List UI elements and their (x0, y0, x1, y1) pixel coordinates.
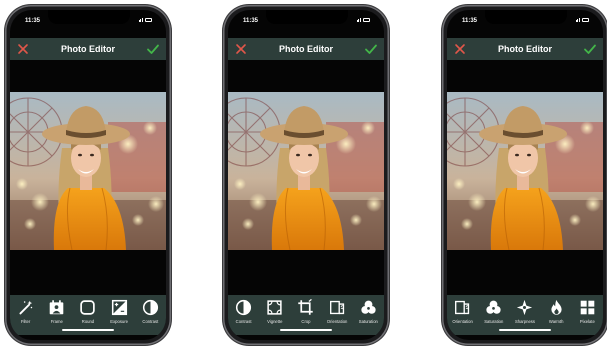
saturation-icon (486, 300, 501, 314)
tool-label: Contrast (235, 319, 252, 324)
sharpness-icon (517, 299, 533, 316)
orientation-icon (455, 300, 470, 315)
tool-label: Orientation (452, 319, 473, 324)
tool-label: Exposure (110, 319, 128, 324)
tool-contrast[interactable]: Contrast (229, 299, 259, 324)
tool-saturation[interactable]: Saturation (479, 299, 509, 324)
contrast-icon (142, 299, 158, 316)
tool-label: Round (81, 319, 95, 324)
notch (266, 10, 348, 24)
crop-icon (298, 299, 314, 315)
tool-label: Vignette (267, 319, 283, 324)
tool-label: Warmth (548, 319, 564, 324)
editor-header: Photo Editor (228, 38, 384, 60)
photo-preview[interactable] (447, 92, 603, 250)
tool-orientation[interactable]: Orientation (448, 299, 478, 324)
tool-contrast[interactable]: Contrast (135, 299, 165, 324)
phone-mockup-1: 11:35 Photo Editor Filter Frame Round Ex… (5, 5, 171, 345)
vignette-icon (267, 300, 282, 315)
phone-screen: 11:35 Photo Editor (228, 10, 384, 340)
close-icon[interactable] (234, 42, 248, 56)
tool-frame[interactable]: Frame (42, 299, 72, 324)
tool-label: Contrast (142, 319, 159, 324)
tool-label: Frame (50, 319, 63, 324)
status-time: 11:35 (25, 18, 41, 24)
tool-round[interactable]: Round (73, 299, 103, 324)
tool-filter[interactable]: Filter (11, 299, 41, 324)
tool-label: Filter (20, 319, 31, 324)
status-bar: 11:35 (10, 10, 166, 32)
close-icon[interactable] (16, 42, 30, 56)
check-icon[interactable] (146, 42, 160, 56)
exposure-icon (111, 299, 127, 316)
home-indicator[interactable] (499, 329, 551, 331)
status-icons (575, 18, 589, 24)
phone-mockup-3: 11:35 Photo Editor Orientation Saturatio… (442, 5, 607, 345)
photo-preview[interactable] (10, 92, 166, 250)
tool-pixelate[interactable]: Pixelate (572, 299, 602, 324)
photo-preview[interactable] (228, 92, 384, 250)
rounded-square-icon (80, 300, 96, 315)
tool-crop[interactable]: Crop (291, 299, 321, 324)
phone-mockup-2: 11:35 Photo Editor Contrast Vignette Cro… (223, 5, 389, 345)
page-title: Photo Editor (279, 44, 333, 54)
tool-orientation[interactable]: Orientation (322, 299, 352, 324)
check-icon[interactable] (583, 42, 597, 56)
page-title: Photo Editor (61, 44, 115, 54)
contrast-icon (236, 299, 252, 316)
flame-icon (551, 299, 562, 315)
status-bar: 11:35 (447, 10, 603, 32)
orientation-icon (329, 300, 344, 315)
notch (48, 10, 130, 24)
tool-label: Saturation (358, 319, 378, 324)
tool-label: Crop (301, 319, 311, 324)
tool-exposure[interactable]: Exposure (104, 299, 134, 324)
tool-label: Saturation (484, 319, 504, 324)
page-title: Photo Editor (498, 44, 552, 54)
status-icons (138, 18, 152, 24)
pixelate-icon (580, 300, 595, 315)
status-icons (356, 18, 370, 24)
notch (485, 10, 567, 24)
home-indicator[interactable] (62, 329, 114, 331)
close-icon[interactable] (453, 42, 467, 56)
editor-header: Photo Editor (447, 38, 603, 60)
phone-screen: 11:35 Photo Editor (10, 10, 166, 340)
saturation-icon (361, 300, 376, 314)
tool-saturation[interactable]: Saturation (353, 299, 383, 324)
editor-header: Photo Editor (10, 38, 166, 60)
status-time: 11:35 (243, 18, 259, 24)
tool-label: Orientation (326, 319, 348, 324)
tool-vignette[interactable]: Vignette (260, 299, 290, 324)
magic-wand-icon (19, 300, 33, 315)
frame-icon (49, 300, 64, 315)
check-icon[interactable] (364, 42, 378, 56)
home-indicator[interactable] (280, 329, 332, 331)
tool-label: Pixelate (579, 319, 595, 324)
tool-warmth[interactable]: Warmth (541, 299, 571, 324)
tool-label: Sharpness (514, 319, 535, 324)
status-time: 11:35 (462, 18, 478, 24)
tool-sharpness[interactable]: Sharpness (510, 299, 540, 324)
phone-screen: 11:35 Photo Editor (447, 10, 603, 340)
status-bar: 11:35 (228, 10, 384, 32)
